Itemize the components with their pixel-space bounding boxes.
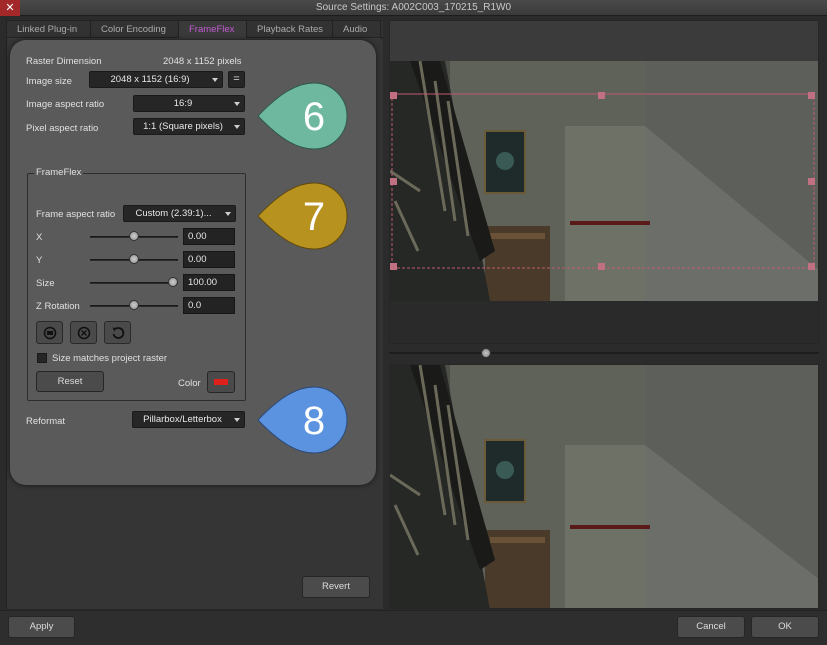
result-viewer <box>389 364 819 609</box>
scrubber-knob[interactable] <box>481 348 492 358</box>
preview-scrubber[interactable] <box>389 348 819 358</box>
reformat-value: Pillarbox/Letterbox <box>143 414 222 425</box>
x-label: X <box>36 232 43 243</box>
pixel-aspect-value: 1:1 (Square pixels) <box>143 121 223 132</box>
color-swatch-button[interactable] <box>207 371 235 393</box>
chevron-down-icon <box>234 102 240 106</box>
size-label: Size <box>36 278 55 289</box>
image-aspect-label: Image aspect ratio <box>26 99 105 110</box>
x-slider-knob[interactable] <box>129 231 139 241</box>
callout-8-number: 8 <box>303 399 325 443</box>
ok-button[interactable]: OK <box>751 616 819 638</box>
pixel-aspect-label: Pixel aspect ratio <box>26 123 99 134</box>
tab-bar: Linked Plug-in Color Encoding FrameFlex … <box>7 21 383 38</box>
image-size-label: Image size <box>26 76 72 87</box>
x-field[interactable]: 0.00 <box>183 228 235 245</box>
chevron-down-icon <box>225 212 231 216</box>
frame-aspect-dropdown[interactable]: Custom (2.39:1)... <box>123 205 236 222</box>
callout-6: 6 <box>257 82 348 150</box>
rotate-reset-icon <box>77 326 91 340</box>
y-field[interactable]: 0.00 <box>183 251 235 268</box>
scrubber-track <box>389 352 819 354</box>
tab-frameflex[interactable]: FrameFlex <box>179 21 247 38</box>
rotate-90-button[interactable] <box>36 321 63 344</box>
image-aspect-value: 16:9 <box>173 98 193 109</box>
z-rotation-slider-knob[interactable] <box>129 300 139 310</box>
chevron-down-icon <box>234 418 240 422</box>
result-preview-image <box>390 365 818 608</box>
size-field[interactable]: 100.00 <box>183 274 235 291</box>
callout-8: 8 <box>257 386 348 454</box>
rotate-reset-button[interactable] <box>70 321 97 344</box>
pixel-aspect-dropdown[interactable]: 1:1 (Square pixels) <box>133 118 245 135</box>
image-size-dropdown[interactable]: 2048 x 1152 (16:9) <box>89 71 223 88</box>
y-slider-knob[interactable] <box>129 254 139 264</box>
tab-audio[interactable]: Audio <box>333 21 381 38</box>
raster-dimension-value: 2048 x 1152 pixels <box>163 56 242 67</box>
color-swatch <box>214 379 228 385</box>
size-slider-knob[interactable] <box>168 277 178 287</box>
source-preview-image <box>390 21 818 343</box>
size-slider[interactable] <box>90 282 178 284</box>
equals-button[interactable]: = <box>228 71 245 88</box>
image-aspect-dropdown[interactable]: 16:9 <box>133 95 245 112</box>
z-rotation-label: Z Rotation <box>36 301 80 312</box>
chevron-down-icon <box>234 125 240 129</box>
title-bar: ✕ Source Settings: A002C003_170215_R1W0 <box>0 0 827 16</box>
frameflex-group-title: FrameFlex <box>34 167 84 178</box>
frame-aspect-label: Frame aspect ratio <box>36 209 116 220</box>
window-title: Source Settings: A002C003_170215_R1W0 <box>315 2 512 13</box>
callout-7-number: 7 <box>303 195 325 239</box>
rotate-ccw-icon <box>112 327 125 339</box>
y-label: Y <box>36 255 43 266</box>
cancel-button[interactable]: Cancel <box>677 616 745 638</box>
z-rotation-field[interactable]: 0.0 <box>183 297 235 314</box>
frame-aspect-value: Custom (2.39:1)... <box>135 208 212 219</box>
tab-linked-plugin[interactable]: Linked Plug-in <box>7 21 91 38</box>
raster-dimension-label: Raster Dimension <box>26 56 102 67</box>
tab-playback-rates[interactable]: Playback Rates <box>247 21 333 38</box>
rotate-ccw-button[interactable] <box>104 321 131 344</box>
reset-button[interactable]: Reset <box>36 371 104 392</box>
apply-button[interactable]: Apply <box>8 616 75 638</box>
callout-6-number: 6 <box>303 95 325 139</box>
reformat-dropdown[interactable]: Pillarbox/Letterbox <box>132 411 245 428</box>
callout-7: 7 <box>257 182 348 250</box>
reformat-label: Reformat <box>26 416 66 427</box>
size-matches-checkbox[interactable] <box>37 353 47 363</box>
color-label: Color <box>178 378 201 389</box>
source-viewer <box>389 20 819 344</box>
rotate-90-icon <box>43 326 57 340</box>
chevron-down-icon <box>212 78 218 82</box>
tab-color-encoding[interactable]: Color Encoding <box>91 21 179 38</box>
image-size-value: 2048 x 1152 (16:9) <box>110 74 190 85</box>
size-matches-label: Size matches project raster <box>52 353 168 364</box>
revert-button[interactable]: Revert <box>302 576 370 598</box>
